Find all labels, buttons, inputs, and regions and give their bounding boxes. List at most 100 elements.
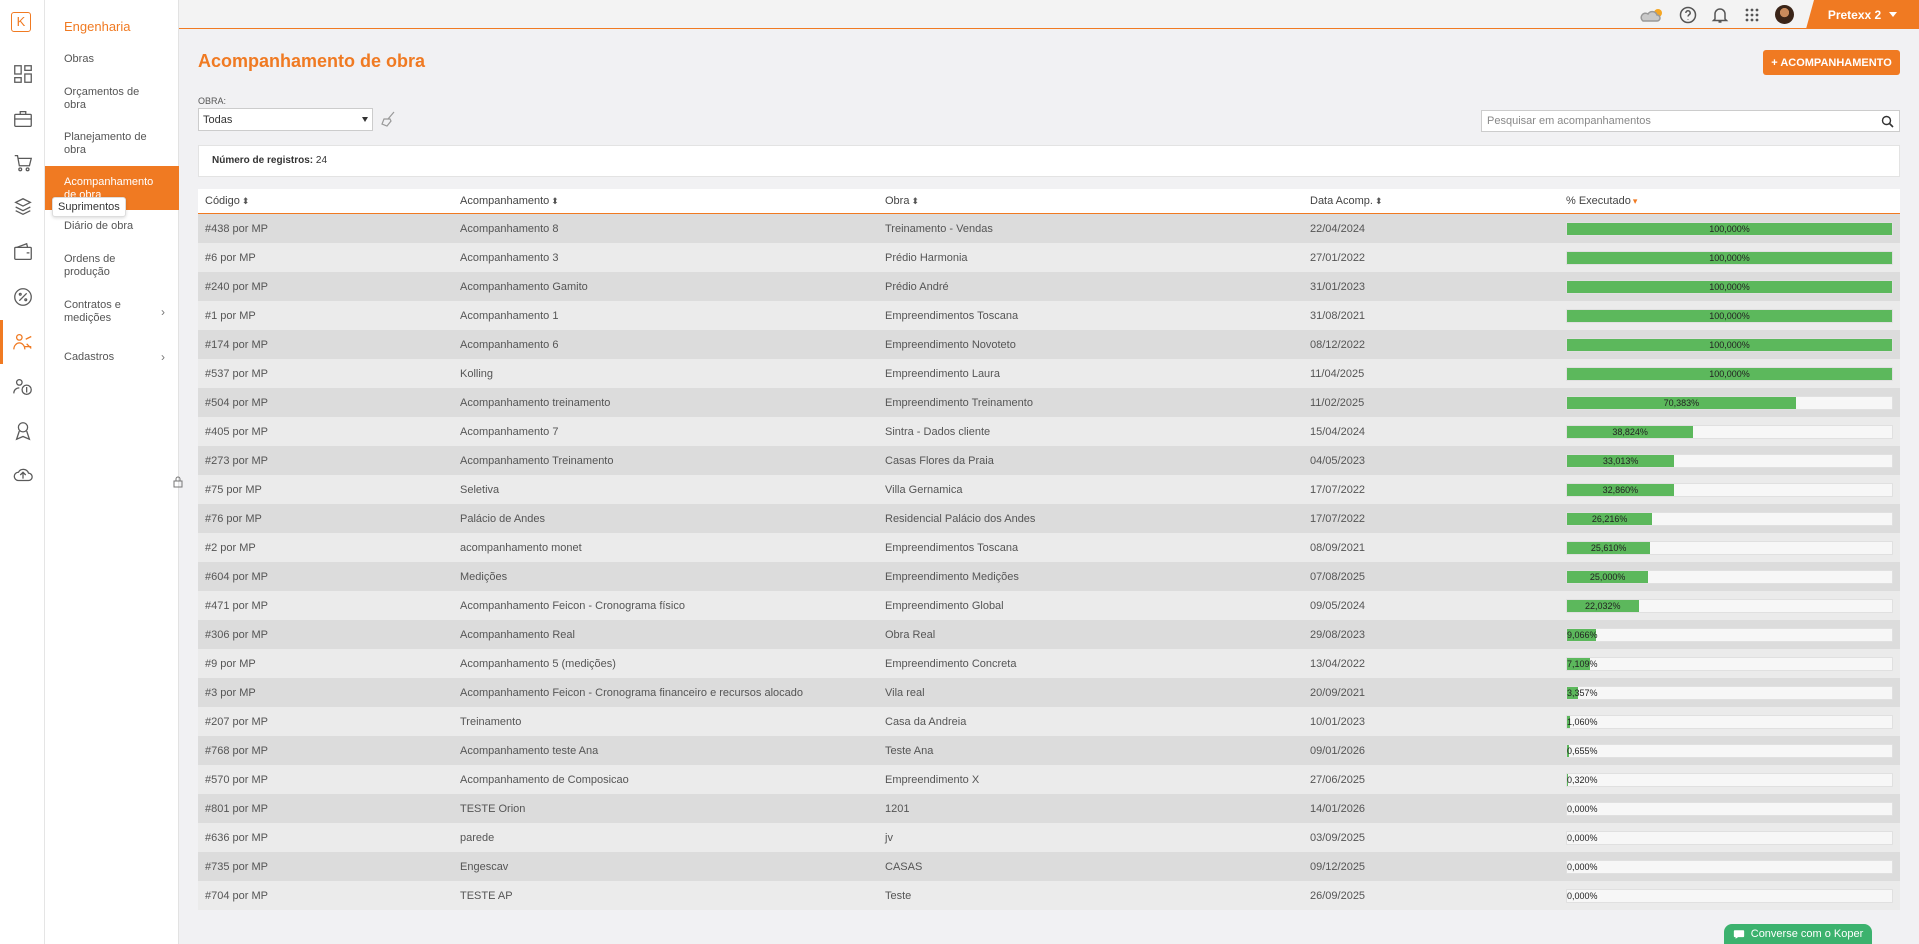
progress-bar: 0,320% [1566,772,1893,787]
cell-executado: 22,032% [1559,598,1900,613]
table-row[interactable]: #76 por MP Palácio de Andes Residencial Pa… [198,504,1900,533]
obra-filter-label: OBRA: [198,96,227,106]
search-input[interactable] [1487,115,1881,127]
wallet-icon[interactable] [0,230,45,274]
table-row[interactable]: #504 por MP Acompanhamento treinamento Emp… [198,388,1900,417]
table-row[interactable]: #636 por MP parede jv 03/09/2025 0,000% [198,823,1900,852]
chevron-right-icon: › [161,349,165,364]
chat-label: Converse com o Koper [1750,928,1864,940]
table-row[interactable]: #438 por MP Acompanhamento 8 Treinamento -… [198,214,1900,243]
sidebar-item-cadastros[interactable]: Cadastros › [45,350,179,364]
progress-label: 100,000% [1709,252,1750,263]
avatar[interactable] [1775,5,1794,24]
cell-data: 22/04/2024 [1310,222,1366,235]
award-person-icon[interactable] [0,409,45,453]
column-header-data[interactable]: Data Acomp. ⬍ [1303,195,1559,207]
user-menu-button[interactable]: Pretexx 2 [1806,0,1919,29]
sidebar-item-planejamento[interactable]: Planejamento de obra [45,130,179,158]
obra-select[interactable]: Todas [198,108,373,131]
table-row[interactable]: #768 por MP Acompanhamento teste Ana Teste… [198,736,1900,765]
sidebar-item-label: Cadastros [64,350,115,363]
cell-executado: 32,860% [1559,482,1900,497]
cell-obra: 1201 [885,802,910,815]
table-row[interactable]: #306 por MP Acompanhamento Real Obra Real 2… [198,620,1900,649]
table-row[interactable]: #604 por MP Medições Empreendimento Mediçõ… [198,562,1900,591]
table-row[interactable]: #1 por MP Acompanhamento 1 Empreendimentos… [198,301,1900,330]
table-row[interactable]: #471 por MP Acompanhamento Feicon - Crono… [198,591,1900,620]
tooltip: Suprimentos [52,197,126,217]
weather-icon[interactable] [1640,6,1666,24]
sort-icon: ⬍ [551,195,559,206]
table-row[interactable]: #9 por MP Acompanhamento 5 (medições) Empr… [198,649,1900,678]
column-header-obra[interactable]: Obra ⬍ [878,195,1303,207]
table-row[interactable]: #3 por MP Acompanhamento Feicon - Cronogr… [198,678,1900,707]
app-logo[interactable]: K [11,12,31,32]
column-header-executado[interactable]: % Executado ▾ [1559,195,1900,207]
cell-acompanhamento: TESTE AP [460,889,513,902]
table-row[interactable]: #174 por MP Acompanhamento 6 Empreendiment… [198,330,1900,359]
cell-obra: Empreendimento Treinamento [885,396,1033,409]
table-row[interactable]: #207 por MP Treinamento Casa da Andreia 10/… [198,707,1900,736]
sidebar-item-ordens[interactable]: Ordens de produção [45,252,179,280]
table-row[interactable]: #405 por MP Acompanhamento 7 Sintra - Dado… [198,417,1900,446]
engineering-icon[interactable] [0,320,45,364]
add-acompanhamento-button[interactable]: + ACOMPANHAMENTO [1763,50,1900,75]
records-count-panel: Número de registros: 24 [198,145,1900,177]
cell-obra: Prédio Harmonia [885,251,968,264]
table-row[interactable]: #801 por MP TESTE Orion 1201 14/01/2026 0,00… [198,794,1900,823]
sidebar-item-label: Diário de obra [64,219,134,232]
column-header-codigo[interactable]: Código ⬍ [198,195,453,207]
table-row[interactable]: #240 por MP Acompanhamento Gamito Prédio A… [198,272,1900,301]
clear-filter-icon[interactable] [380,110,398,128]
people-money-icon[interactable] [0,365,45,409]
cell-data: 27/06/2025 [1310,773,1366,786]
cell-codigo: #76 por MP [205,512,262,525]
apps-grid-icon[interactable] [1743,6,1761,24]
sidebar-item-diario[interactable]: Diário de obra [45,219,179,233]
column-header-acompanhamento[interactable]: Acompanhamento ⬍ [453,195,878,207]
cell-codigo: #801 por MP [205,802,268,815]
cell-codigo: #504 por MP [205,396,268,409]
cell-codigo: #570 por MP [205,773,268,786]
sidebar-item-orcamentos[interactable]: Orçamentos de obra [45,85,179,113]
chat-button[interactable]: Converse com o Koper [1724,924,1872,944]
cell-executado: 0,320% [1559,772,1900,787]
table-row[interactable]: #2 por MP acompanhamento monet Empreendime… [198,533,1900,562]
cell-obra: CASAS [885,860,923,873]
table-row[interactable]: #273 por MP Acompanhamento Treinamento Cas… [198,446,1900,475]
search-icon[interactable] [1881,115,1894,128]
cloud-upload-icon[interactable] [0,453,45,497]
briefcase-icon[interactable] [0,97,45,141]
progress-bar: 38,824% [1566,424,1893,439]
sidebar-item-obras[interactable]: Obras [45,52,179,66]
table-row[interactable]: #537 por MP Kolling Empreendimento Laura 11… [198,359,1900,388]
progress-label: 70,383% [1663,397,1700,408]
cell-acompanhamento: Acompanhamento Treinamento [460,454,614,467]
cell-acompanhamento: Engescav [460,860,509,873]
sidebar-item-contratos[interactable]: Contratos e medições › [45,297,179,327]
cell-codigo: #768 por MP [205,744,268,757]
cell-codigo: #438 por MP [205,222,268,235]
cell-acompanhamento: Acompanhamento teste Ana [460,744,599,757]
table-row[interactable]: #75 por MP Seletiva Villa Gernamica 17/07/2… [198,475,1900,504]
table-row[interactable]: #735 por MP Engescav CASAS 09/12/2025 0,000% [198,852,1900,881]
boxes-icon[interactable] [0,185,45,229]
table-row[interactable]: #570 por MP Acompanhamento de Composicao E… [198,765,1900,794]
table-row[interactable]: #6 por MP Acompanhamento 3 Prédio Harmonia… [198,243,1900,272]
percent-icon[interactable] [0,275,45,319]
bell-icon[interactable] [1711,6,1729,24]
cell-acompanhamento: Acompanhamento Gamito [460,280,588,293]
cell-executado: 0,000% [1559,888,1900,903]
progress-bar: 33,013% [1566,453,1893,468]
cell-acompanhamento: Acompanhamento Real [460,628,575,641]
cell-obra: Sintra - Dados cliente [885,425,991,438]
lock-icon[interactable] [173,476,183,488]
table-row[interactable]: #704 por MP TESTE AP Teste 26/09/2025 0,000% [198,881,1900,910]
cell-codigo: #2 por MP [205,541,256,554]
dashboard-icon[interactable] [0,52,45,96]
cell-acompanhamento: Acompanhamento 7 [460,425,559,438]
search-box[interactable] [1481,110,1900,132]
cell-executado: 100,000% [1559,279,1900,294]
help-icon[interactable] [1679,6,1697,24]
cart-icon[interactable] [0,141,45,185]
